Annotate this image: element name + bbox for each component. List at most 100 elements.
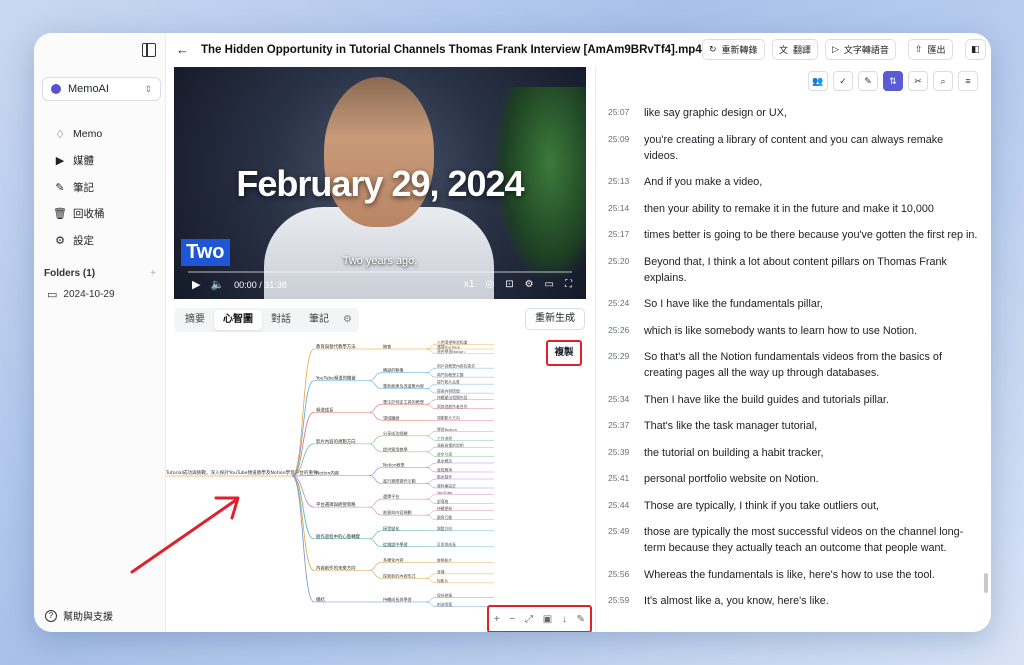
- mindmap-leaf-link: [425, 510, 437, 516]
- transcript-segment[interactable]: 25:24 So I have like the fundamentals pil…: [608, 296, 978, 312]
- segment-timestamp[interactable]: 25:49: [608, 524, 644, 556]
- refresh-icon: ↻: [709, 44, 717, 54]
- transcript-segment[interactable]: 25:20 Beyond that, I think a lot about co…: [608, 254, 978, 286]
- tab-dialogue[interactable]: 對話: [262, 310, 300, 330]
- segment-timestamp[interactable]: 25:24: [608, 296, 644, 312]
- segment-timestamp[interactable]: 25:14: [608, 201, 644, 217]
- segment-timestamp[interactable]: 25:37: [608, 418, 644, 434]
- segment-timestamp[interactable]: 25:07: [608, 105, 644, 121]
- panel-toggle-button[interactable]: ◧: [965, 39, 986, 60]
- segment-timestamp[interactable]: 25:59: [608, 593, 644, 609]
- video-progress-bar[interactable]: [188, 271, 572, 273]
- segment-text: Then I have like the build guides and tu…: [644, 393, 889, 406]
- transcript-segment[interactable]: 25:49 those are typically the most succes…: [608, 524, 978, 556]
- sidebar-toggle-icon[interactable]: [142, 43, 156, 57]
- copy-button[interactable]: 複製: [546, 340, 582, 366]
- translate-button[interactable]: 文 翻譯: [772, 39, 819, 60]
- transcript-segment[interactable]: 25:59 It's almost like a, you know, here'…: [608, 593, 978, 609]
- folder-item[interactable]: ▭ 2024-10-29: [47, 288, 115, 301]
- transcript-segment[interactable]: 25:34 Then I have like the build guides a…: [608, 392, 978, 408]
- segment-timestamp[interactable]: 25:41: [608, 471, 644, 487]
- transcript-segment[interactable]: 25:37 That's like the task manager tutori…: [608, 418, 978, 434]
- edit-icon[interactable]: ✎: [577, 614, 585, 625]
- segment-timestamp[interactable]: 25:13: [608, 174, 644, 190]
- playback-speed[interactable]: x1: [464, 279, 475, 290]
- sidebar-item-media[interactable]: ▶ 媒體: [52, 148, 105, 175]
- tab-notes[interactable]: 筆記: [300, 310, 338, 330]
- transcript-segment[interactable]: 25:17 times better is going to be there b…: [608, 227, 978, 243]
- check-circle-icon[interactable]: ✓: [833, 71, 853, 91]
- transcript-segment[interactable]: 25:39 the tutorial on building a habit tr…: [608, 445, 978, 461]
- sidebar-item-settings[interactable]: ⚙ 設定: [52, 227, 105, 254]
- volume-icon[interactable]: 🔈: [210, 278, 224, 291]
- segment-text: It's almost like a, you know, here's lik…: [644, 595, 829, 607]
- fullscreen-icon[interactable]: ⛶: [565, 279, 572, 290]
- segment-timestamp[interactable]: 25:56: [608, 567, 644, 583]
- panel-divider[interactable]: [595, 66, 596, 632]
- mindmap-leaf-link: [425, 399, 437, 405]
- segment-timestamp[interactable]: 25:44: [608, 498, 644, 514]
- mindmap-leaf-link: [425, 344, 437, 350]
- mindmap-leaf-link: [425, 372, 437, 378]
- tts-button[interactable]: ▷ 文字轉語音: [825, 39, 896, 60]
- camera-icon[interactable]: ◎: [485, 279, 494, 290]
- sidebar-item-label: 回收桶: [73, 208, 105, 221]
- segment-timestamp[interactable]: 25:26: [608, 323, 644, 339]
- list-icon[interactable]: ≡: [958, 71, 978, 91]
- settings-icon[interactable]: ⚙: [525, 279, 534, 290]
- segment-timestamp[interactable]: 25:20: [608, 254, 644, 286]
- sidebar-item-notes[interactable]: ✎ 筆記: [52, 174, 105, 201]
- transcript-segment[interactable]: 25:07 like say graphic design or UX,: [608, 105, 978, 121]
- transcript-scrollbar[interactable]: [984, 573, 988, 593]
- tab-settings-icon[interactable]: ⚙: [338, 310, 357, 330]
- tab-summary[interactable]: 摘要: [176, 310, 214, 330]
- add-folder-icon[interactable]: +: [150, 268, 156, 279]
- segment-timestamp[interactable]: 25:34: [608, 392, 644, 408]
- mindmap-child-label: 分享成功經驗: [383, 430, 408, 436]
- segment-timestamp[interactable]: 25:09: [608, 132, 644, 164]
- sidebar-item-memo[interactable]: ♢ Memo: [52, 121, 105, 148]
- mindmap-child-link: [368, 372, 383, 381]
- transcript-segment[interactable]: 25:41 personal portfolio website on Notio…: [608, 471, 978, 487]
- mindmap-child-label: 進行實際操作示範: [383, 478, 416, 484]
- mindmap-child-label: 接受變化: [383, 525, 399, 531]
- export-button[interactable]: ⇧ 匯出: [908, 39, 953, 60]
- workspace-selector[interactable]: MemoAI ⇕: [42, 77, 161, 101]
- play-icon[interactable]: ▶: [192, 278, 200, 291]
- segment-timestamp[interactable]: 25:39: [608, 445, 644, 461]
- help-support-link[interactable]: ? 幫助與支援: [45, 608, 113, 623]
- speakers-icon[interactable]: 👥: [808, 71, 828, 91]
- transcript-segment[interactable]: 25:26 which is like somebody wants to lea…: [608, 323, 978, 339]
- transcript-segment[interactable]: 25:44 Those are typically, I think if you…: [608, 498, 978, 514]
- transcript-segment[interactable]: 25:13 And if you make a video,: [608, 174, 978, 190]
- edit-pencil-icon[interactable]: ✎: [858, 71, 878, 91]
- segment-timestamp[interactable]: 25:29: [608, 349, 644, 381]
- image-export-icon[interactable]: ▣: [543, 614, 552, 625]
- sync-scroll-icon[interactable]: ⇅: [883, 71, 903, 91]
- sidebar-item-trash[interactable]: 🗑 回收桶: [52, 201, 105, 228]
- segment-timestamp[interactable]: 25:17: [608, 227, 644, 243]
- transcript-segment[interactable]: 25:29 So that's all the Notion fundamenta…: [608, 349, 978, 381]
- video-player[interactable]: February 29, 2024 Two Two years ago, ▶ 🔈…: [174, 67, 586, 299]
- scissors-icon[interactable]: ✂: [908, 71, 928, 91]
- screenshot-icon[interactable]: ⊡: [505, 279, 513, 290]
- folder-icon: ▭: [47, 289, 58, 301]
- transcript-segment[interactable]: 25:56 Whereas the fundamentals is like, h…: [608, 567, 978, 583]
- tab-mindmap[interactable]: 心智圖: [214, 310, 262, 330]
- theater-icon[interactable]: ▭: [545, 279, 554, 290]
- zoom-in-icon[interactable]: +: [494, 614, 500, 625]
- download-icon[interactable]: ↓: [562, 614, 567, 625]
- transcript-segment[interactable]: 25:09 you're creating a library of conten…: [608, 132, 978, 164]
- mindmap-child-link: [368, 380, 383, 389]
- regenerate-button[interactable]: 重新生成: [525, 308, 585, 330]
- zoom-out-icon[interactable]: −: [509, 614, 515, 625]
- transcript-segment[interactable]: 25:14 then your ability to remake it in t…: [608, 201, 978, 217]
- segment-text: those are typically the most successful …: [644, 526, 964, 554]
- retranscribe-button[interactable]: ↻ 重新轉錄: [702, 39, 765, 60]
- fit-view-icon[interactable]: ⤢: [525, 614, 533, 625]
- mindmap-leaf-label: 觀眾互動: [437, 515, 452, 520]
- back-arrow-icon[interactable]: ←: [176, 42, 189, 57]
- search-icon[interactable]: ⌕: [933, 71, 953, 91]
- mindmap-child-link: [368, 498, 383, 508]
- mindmap-leaf-link: [425, 447, 437, 453]
